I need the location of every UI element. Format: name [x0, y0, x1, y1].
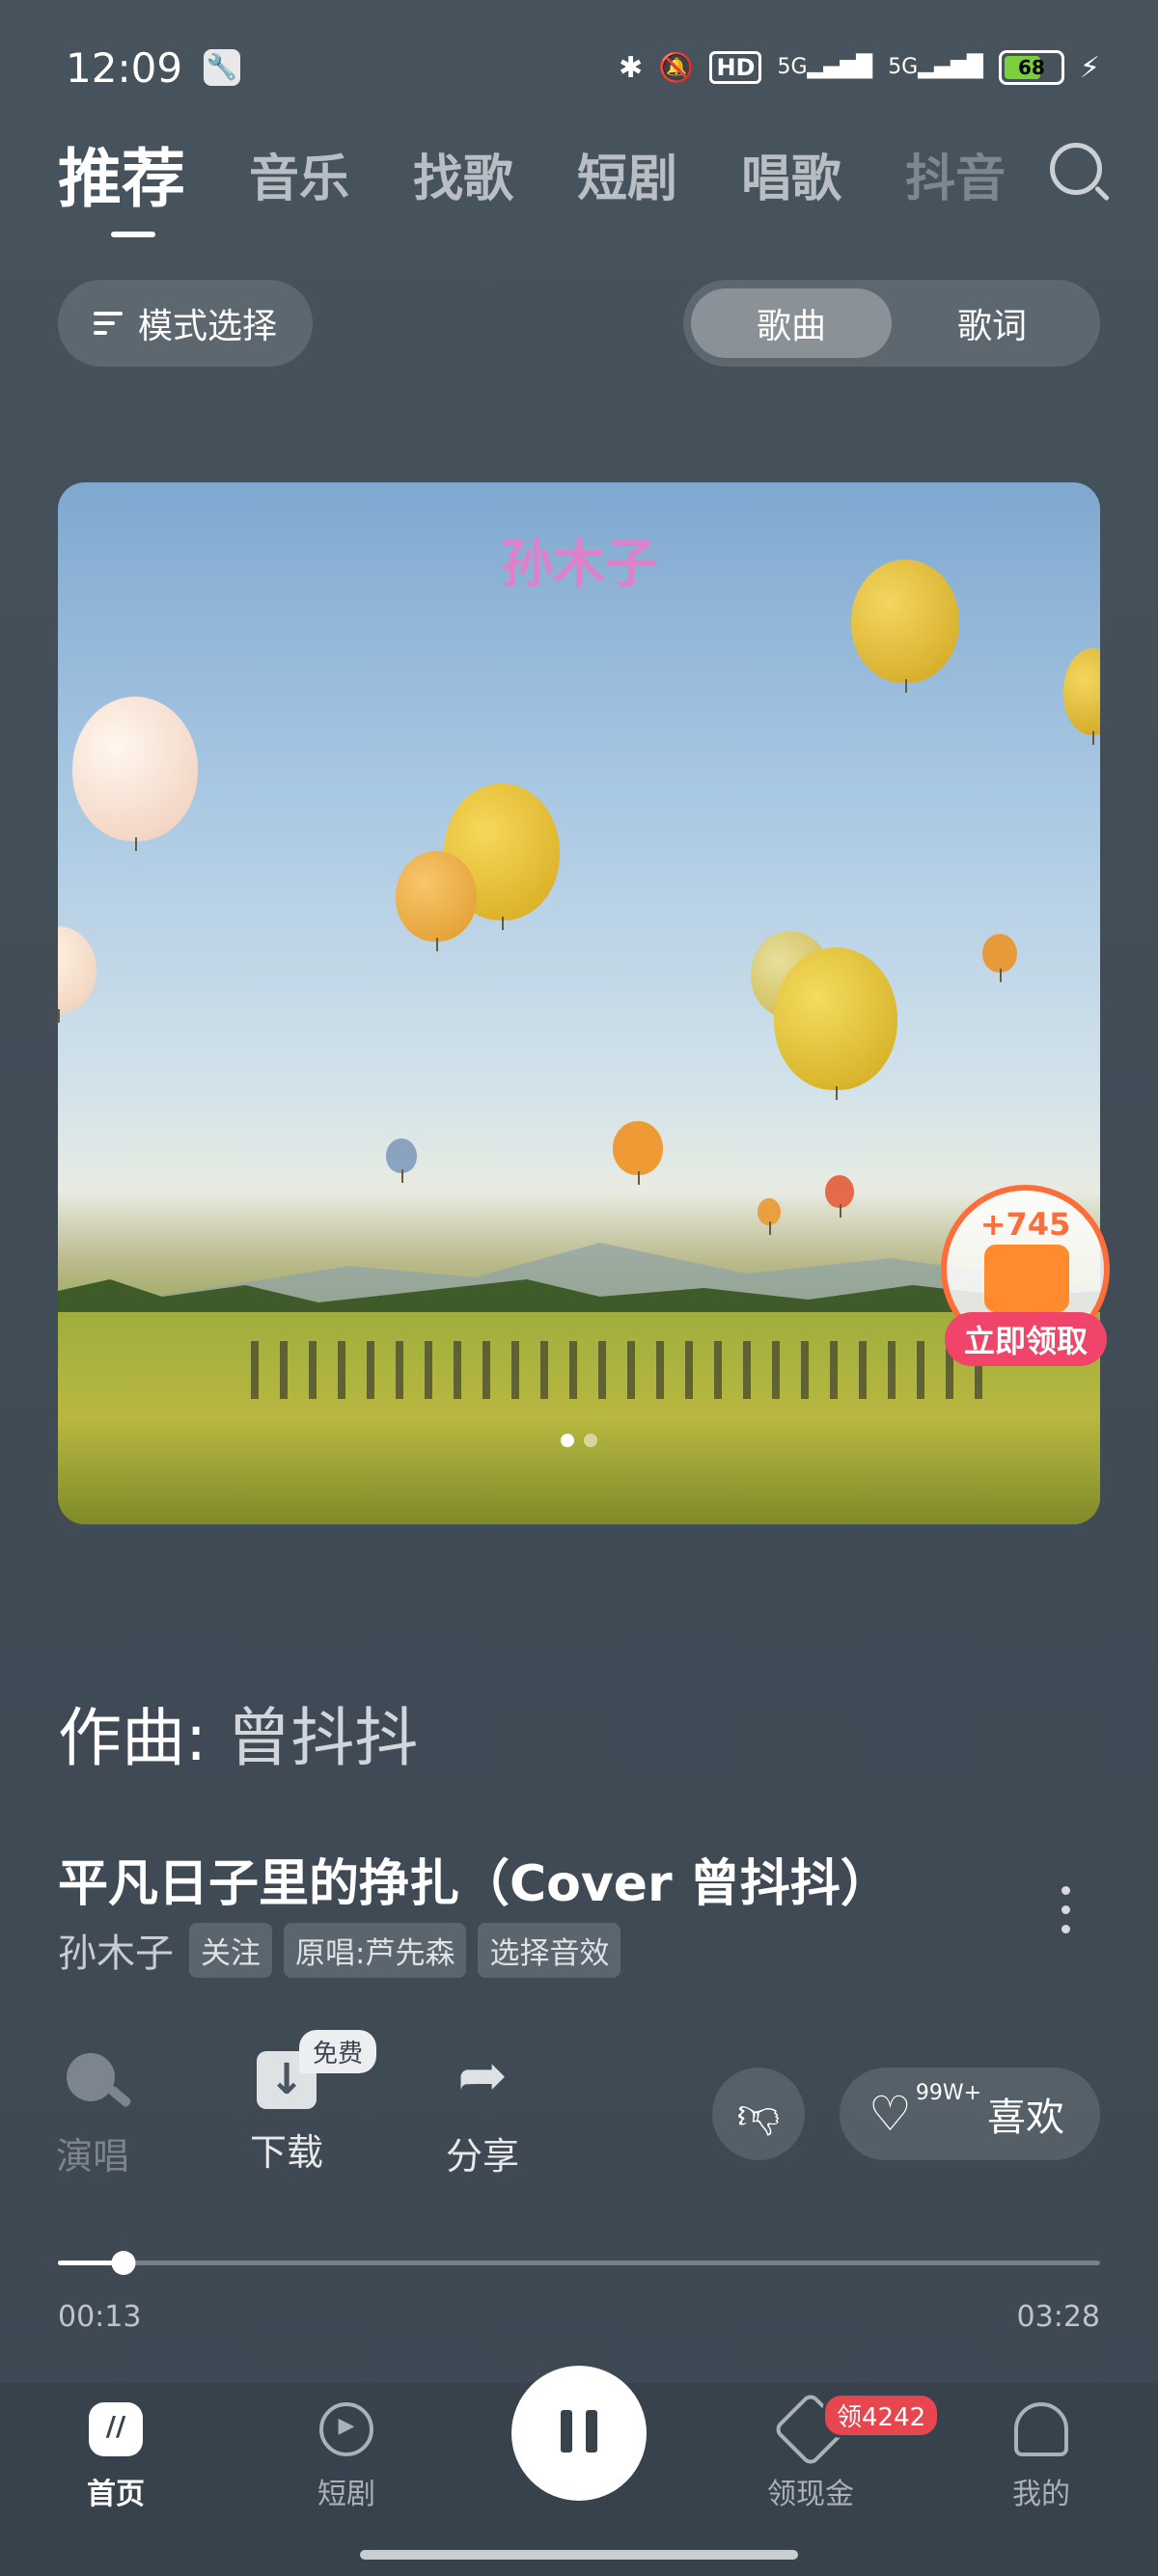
tab-find-song[interactable]: 找歌 — [413, 138, 513, 210]
play-circle-icon — [319, 2402, 373, 2456]
balloon — [758, 1198, 781, 1235]
tab-short-drama[interactable]: 短剧 — [577, 138, 677, 210]
microphone-icon — [59, 2045, 133, 2113]
song-meta: 孙木子 关注 原唱:芦先森 选择音效 — [58, 1922, 621, 1978]
reward-amount: +745 — [979, 1206, 1071, 1243]
cash-badge: 领4242 — [822, 2393, 941, 2438]
sound-effect-button[interactable]: 选择音效 — [478, 1922, 621, 1978]
download-label: 下载 — [249, 2131, 323, 2174]
battery-level: 68 — [1018, 56, 1045, 79]
tab-recommend[interactable]: 推荐 — [58, 127, 185, 237]
menu-icon — [93, 312, 123, 335]
balloon — [982, 934, 1017, 982]
current-time: 00:13 — [58, 2300, 142, 2334]
signal-icon-1: 5G▂▄▆█ — [777, 55, 873, 79]
song-title: 平凡日子里的挣扎（Cover 曾抖抖） — [58, 1855, 891, 1913]
hd-icon: HD — [709, 51, 762, 84]
heart-icon: ♡ — [868, 2086, 912, 2142]
balloon — [58, 926, 96, 1023]
composer-line: 作曲: 曾抖抖 — [58, 1686, 418, 1779]
crowd — [251, 1341, 984, 1399]
status-icons: ✱ 🔕 HD 5G▂▄▆█ 5G▂▄▆█ 68 ⚡ — [619, 50, 1100, 85]
more-options-icon[interactable] — [1062, 1886, 1071, 1944]
bluetooth-icon: ✱ — [618, 50, 644, 85]
like-count: 99W+ — [915, 2080, 982, 2105]
artist-name[interactable]: 孙木子 — [58, 1922, 174, 1978]
nav-mine-label: 我的 — [1012, 2478, 1070, 2511]
pause-icon — [554, 2410, 604, 2456]
pause-button[interactable] — [511, 2366, 647, 2501]
mode-select-button[interactable]: 模式选择 — [58, 280, 313, 367]
nav-home-label: 首页 — [87, 2478, 145, 2511]
coin-box-icon — [984, 1245, 1069, 1312]
status-time: 12:09 — [66, 43, 183, 92]
home-icon — [89, 2402, 143, 2456]
song-lyrics-toggle: 歌曲 歌词 — [683, 280, 1100, 367]
sing-label: 演唱 — [55, 2135, 129, 2178]
segment-lyrics[interactable]: 歌词 — [892, 288, 1092, 358]
sing-button[interactable]: 演唱 — [35, 2045, 151, 2179]
search-icon[interactable] — [1050, 143, 1102, 195]
home-indicator — [360, 2550, 798, 2560]
follow-button[interactable]: 关注 — [189, 1922, 272, 1978]
total-time: 03:28 — [1016, 2300, 1100, 2334]
balloon — [774, 947, 897, 1100]
progress-knob[interactable] — [111, 2251, 135, 2275]
nav-mine[interactable]: 我的 — [964, 2402, 1118, 2512]
balloon — [851, 560, 959, 693]
segment-song[interactable]: 歌曲 — [691, 288, 892, 358]
mute-icon: 🔕 — [658, 50, 695, 85]
balloon — [1063, 648, 1100, 745]
reward-widget[interactable]: +745 立即领取 — [941, 1185, 1110, 1368]
composer-label: 作曲: — [58, 1701, 207, 1775]
share-label: 分享 — [445, 2135, 519, 2178]
balloon — [825, 1175, 854, 1218]
nav-cash-label: 领现金 — [767, 2478, 854, 2511]
charging-icon: ⚡ — [1079, 50, 1100, 85]
nav-home[interactable]: 首页 — [39, 2402, 193, 2512]
battery-icon: 68 — [998, 50, 1064, 85]
person-icon — [1014, 2402, 1068, 2456]
share-icon — [449, 2040, 516, 2113]
balloon — [72, 697, 198, 851]
like-label: 喜欢 — [987, 2096, 1065, 2140]
wrench-icon: 🔧 — [204, 49, 241, 86]
tab-sing[interactable]: 唱歌 — [741, 138, 841, 210]
free-badge: 免费 — [299, 2030, 377, 2073]
thumbs-down-icon: 👎︎ — [736, 2089, 781, 2139]
album-cover[interactable]: 孙木子 — [58, 482, 1100, 1524]
tab-douyin[interactable]: 抖音 — [905, 138, 1006, 210]
dislike-button[interactable]: 👎︎ — [712, 2068, 805, 2160]
balloon — [613, 1121, 663, 1185]
nav-short-drama[interactable]: 短剧 — [269, 2402, 424, 2512]
nav-drama-label: 短剧 — [317, 2478, 375, 2511]
balloon — [386, 1138, 417, 1183]
claim-button[interactable]: 立即领取 — [945, 1312, 1107, 1366]
like-button[interactable]: ♡ 99W+ 喜欢 — [840, 2068, 1100, 2160]
carousel-dots — [58, 1434, 1100, 1447]
mode-select-label: 模式选择 — [137, 307, 277, 346]
tab-music[interactable]: 音乐 — [249, 138, 349, 210]
top-tabs: 推荐 音乐 找歌 短剧 唱歌 抖音 — [58, 125, 1110, 237]
share-button[interactable]: 分享 — [425, 2040, 540, 2179]
status-bar: 12:09 🔧 ✱ 🔕 HD 5G▂▄▆█ 5G▂▄▆█ 68 ⚡ — [66, 39, 1100, 96]
composer-name: 曾抖抖 — [227, 1701, 419, 1775]
progress-bar[interactable] — [58, 2251, 1100, 2275]
original-singer[interactable]: 原唱:芦先森 — [284, 1922, 467, 1978]
balloon — [396, 851, 477, 951]
signal-icon-2: 5G▂▄▆█ — [888, 55, 983, 79]
